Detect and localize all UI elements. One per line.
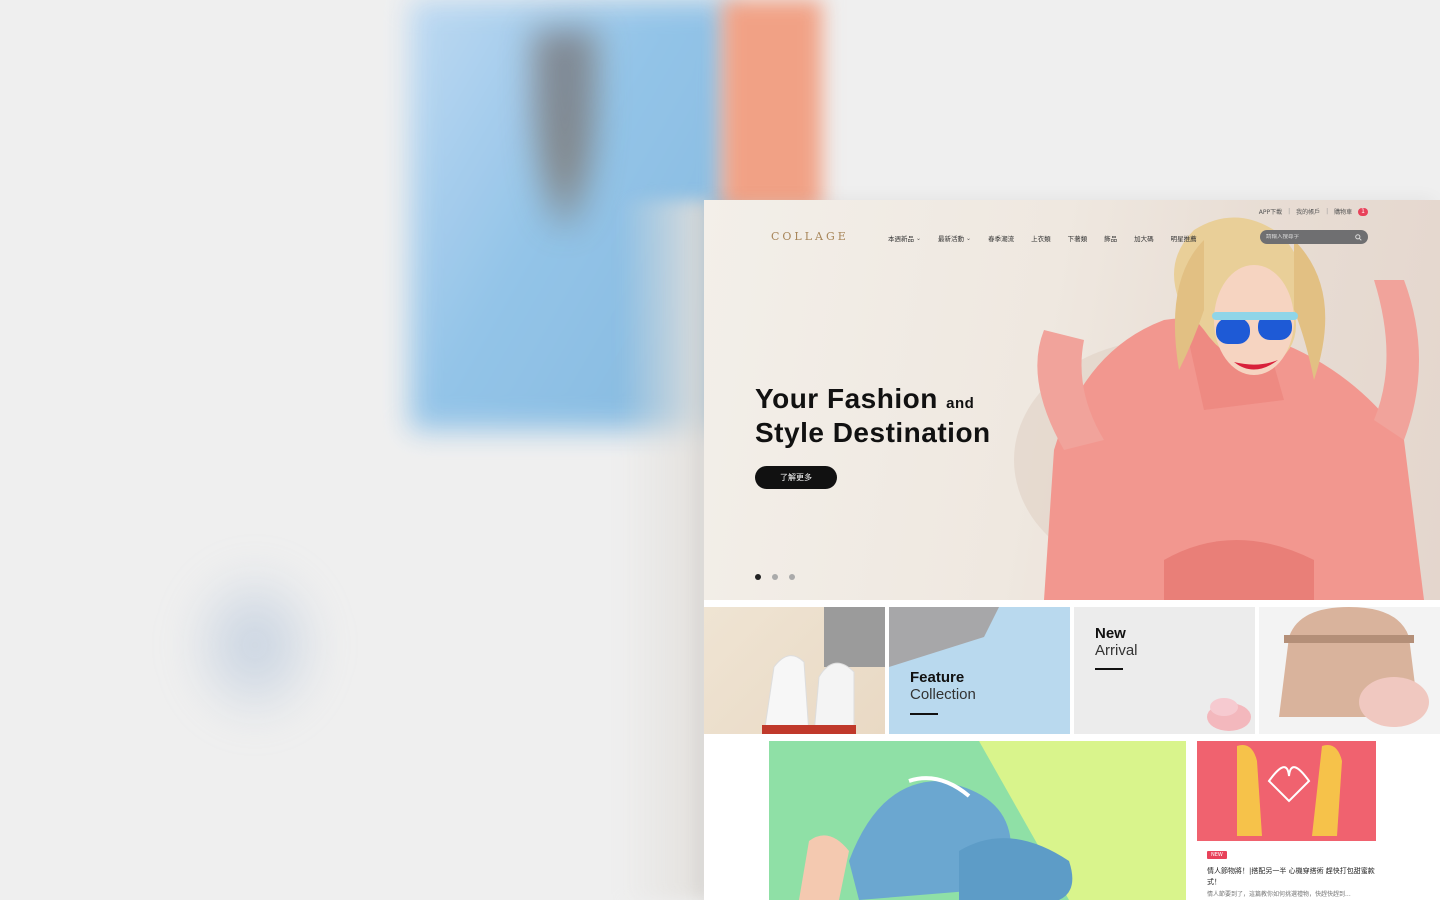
category-tiles: Feature Collection New Arrival: [704, 607, 1440, 734]
nav-item-label: 加大碼: [1134, 235, 1154, 243]
nav-item-label: 最新活動: [938, 235, 965, 243]
blurred-shade: [620, 200, 710, 900]
hero-title-line1: Your Fashion: [755, 383, 938, 414]
hero-model-image: [1014, 217, 1424, 600]
carousel-dot-1[interactable]: [755, 574, 761, 580]
chevron-down-icon: ⌄: [916, 234, 922, 242]
nav-item-events[interactable]: 最新活動 ⌄: [938, 233, 972, 244]
topbar-separator: |: [1288, 208, 1291, 215]
app-download-link[interactable]: APP下載: [1259, 207, 1282, 216]
nav-item-tops[interactable]: 上衣類: [1031, 233, 1051, 243]
nav-item-plus-size[interactable]: 加大碼: [1134, 233, 1154, 243]
carousel-dot-3[interactable]: [789, 574, 795, 580]
blurred-smudge: [180, 560, 330, 730]
hero-title-line2: Style Destination: [755, 417, 991, 448]
chevron-down-icon: ⌄: [966, 234, 972, 242]
hero-title: Your Fashion and Style Destination: [755, 384, 991, 447]
carousel-dot-2[interactable]: [772, 574, 778, 580]
bag-image: [1279, 607, 1429, 727]
tile-feature-collection[interactable]: Feature Collection: [889, 607, 1070, 734]
site-logo[interactable]: COLLAGE: [771, 230, 849, 243]
nav-item-accessories[interactable]: 飾品: [1104, 233, 1117, 243]
tile-underline: [1095, 668, 1123, 670]
website-preview: APP下載 | 我的帳戶 | 購物車 1 COLLAGE 本週新品 ⌄ 最新活動…: [704, 200, 1440, 900]
tile-sneakers[interactable]: [704, 607, 885, 734]
blurred-figure: [530, 30, 600, 230]
featured-sneaker-banner[interactable]: [769, 741, 1186, 900]
hero-banner: APP下載 | 我的帳戶 | 購物車 1 COLLAGE 本週新品 ⌄ 最新活動…: [704, 200, 1440, 600]
heart-sneakers-image: [1237, 745, 1342, 836]
tile-bold-label: New: [1095, 625, 1126, 642]
cart-count-badge: 1: [1358, 207, 1368, 216]
nav-item-spring[interactable]: 春季潮流: [988, 233, 1014, 243]
carousel-dots: [755, 574, 795, 580]
tile-label: Collection: [910, 686, 976, 703]
post-title[interactable]: 情人節物將！|搭配另一半 心機穿搭術 趕快打包甜蜜款式！: [1207, 866, 1377, 888]
new-badge: NEW: [1207, 851, 1227, 859]
cart-link[interactable]: 購物車: [1334, 207, 1352, 216]
nav-item-label: 飾品: [1104, 235, 1118, 243]
nav-item-label: 春季潮流: [988, 235, 1015, 243]
nav-item-bottoms[interactable]: 下著類: [1068, 233, 1088, 243]
topbar: APP下載 | 我的帳戶 | 購物車 1: [1259, 207, 1368, 216]
learn-more-button[interactable]: 了解更多: [755, 466, 837, 489]
search-box: [1260, 230, 1368, 244]
my-account-link[interactable]: 我的帳戶: [1296, 207, 1320, 216]
nav-item-celebrity[interactable]: 明星推薦: [1171, 233, 1197, 243]
valentine-post-image[interactable]: [1197, 741, 1376, 841]
main-nav: 本週新品 ⌄ 最新活動 ⌄ 春季潮流 上衣類 下著類 飾品 加大碼 明星推薦: [888, 233, 1197, 244]
tile-new-arrival-text: New Arrival: [1095, 625, 1138, 659]
tile-new-arrival[interactable]: New Arrival: [1074, 607, 1255, 734]
nav-item-label: 上衣類: [1031, 235, 1051, 243]
hero-title-and: and: [946, 395, 975, 412]
tile-underline: [910, 713, 938, 715]
topbar-separator: |: [1326, 208, 1329, 215]
nav-item-this-week[interactable]: 本週新品 ⌄: [888, 233, 922, 244]
sneaker-banner-image: [769, 741, 1186, 900]
tile-label: Arrival: [1095, 642, 1138, 659]
nav-item-label: 下著類: [1067, 235, 1088, 243]
tile-bag[interactable]: [1259, 607, 1440, 734]
search-icon[interactable]: [1355, 233, 1362, 241]
nav-item-label: 明星推薦: [1170, 235, 1197, 243]
blurred-coral-panel: [722, 0, 822, 210]
nav-item-label: 本週新品: [888, 235, 914, 243]
search-input[interactable]: [1266, 234, 1355, 240]
post-excerpt: 情人節要到了，這篇教你如何挑選禮物，快趕快趕到...: [1207, 891, 1351, 898]
tile-bold-label: Feature: [910, 669, 965, 686]
sneakers-image: [762, 607, 885, 734]
tile-feature-text: Feature Collection: [910, 669, 976, 703]
